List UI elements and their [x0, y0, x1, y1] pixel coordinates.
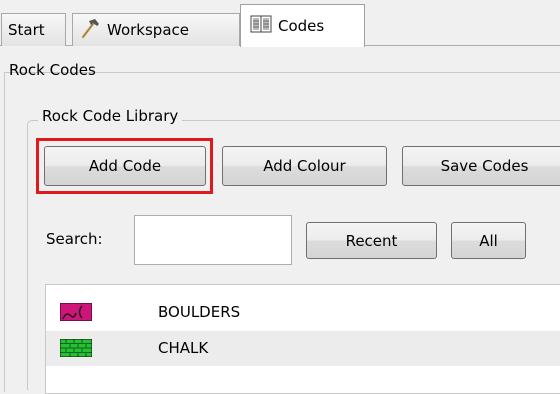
book-icon — [250, 13, 272, 39]
tab-strip: Start Workspace Codes — [0, 0, 560, 47]
list-item[interactable]: BOULDERS — [46, 295, 560, 330]
tab-codes-label: Codes — [278, 17, 325, 35]
code-name: BOULDERS — [158, 303, 241, 321]
tab-workspace[interactable]: Workspace — [72, 13, 240, 46]
chalk-pattern-icon — [59, 338, 93, 358]
tab-start-label: Start — [8, 21, 45, 39]
add-colour-button[interactable]: Add Colour — [222, 146, 387, 186]
all-button[interactable]: All — [451, 222, 526, 259]
tab-start[interactable]: Start — [1, 13, 66, 46]
list-item[interactable]: CHALK — [46, 331, 560, 366]
add-code-button[interactable]: Add Code — [44, 146, 206, 186]
rock-code-list[interactable]: BOULDERS CHALK — [45, 284, 560, 394]
save-codes-button[interactable]: Save Codes — [402, 146, 560, 186]
rock-codes-title: Rock Codes — [9, 61, 96, 79]
hammer-icon — [79, 17, 101, 43]
search-label: Search: — [46, 230, 103, 248]
search-input[interactable] — [134, 215, 292, 265]
tab-codes[interactable]: Codes — [240, 4, 365, 47]
boulders-pattern-icon — [59, 302, 93, 322]
recent-button[interactable]: Recent — [306, 222, 437, 259]
code-name: CHALK — [158, 339, 209, 357]
rock-code-library-title: Rock Code Library — [38, 107, 183, 125]
tab-workspace-label: Workspace — [107, 21, 189, 39]
